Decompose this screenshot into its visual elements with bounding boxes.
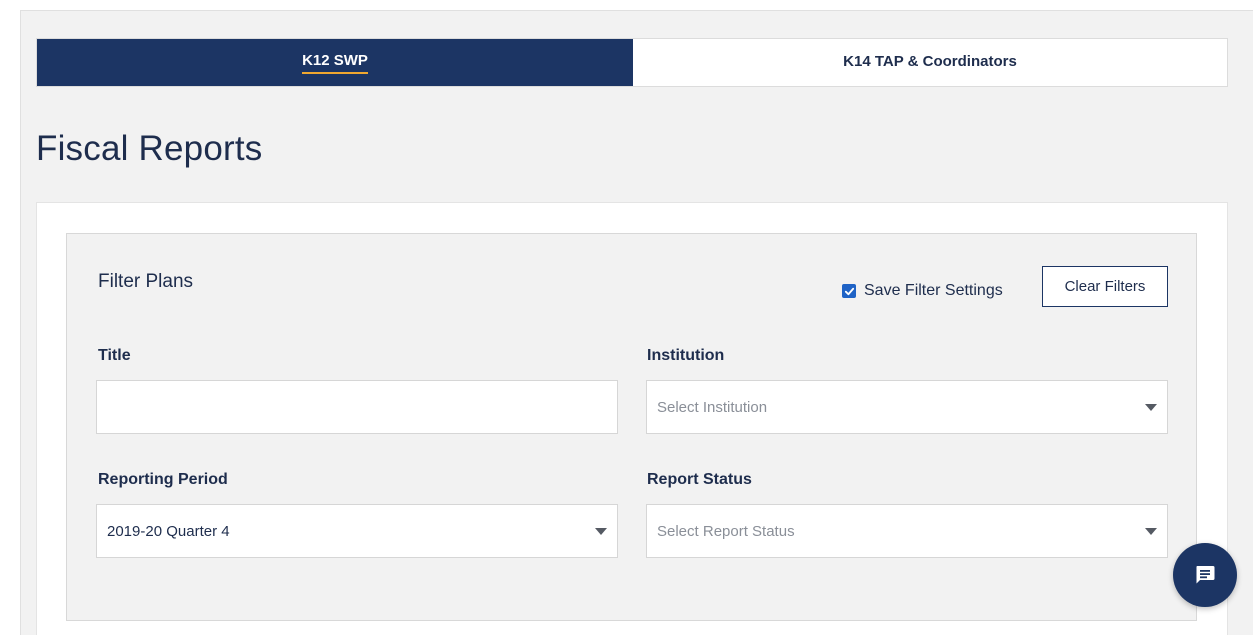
tab-label: K14 TAP & Coordinators <box>843 52 1017 70</box>
tab-k12-swp[interactable]: K12 SWP <box>37 39 633 86</box>
clear-filters-button[interactable]: Clear Filters <box>1042 266 1168 307</box>
institution-placeholder: Select Institution <box>657 398 768 416</box>
filter-card: Filter Plans Save Filter Settings Clear … <box>36 202 1228 635</box>
page-title: Fiscal Reports <box>36 129 263 168</box>
reporting-period-value: 2019-20 Quarter 4 <box>107 522 230 540</box>
tab-k14-tap-coordinators[interactable]: K14 TAP & Coordinators <box>633 39 1227 86</box>
check-icon[interactable] <box>842 284 856 298</box>
title-input[interactable] <box>96 380 618 434</box>
caret-down-icon <box>595 527 607 535</box>
title-label: Title <box>98 347 131 364</box>
reporting-period-select[interactable]: 2019-20 Quarter 4 <box>96 504 618 558</box>
tab-label: K12 SWP <box>302 52 368 74</box>
filter-panel-title: Filter Plans <box>98 271 194 292</box>
save-filter-settings-checkbox[interactable]: Save Filter Settings <box>842 282 1003 300</box>
chat-button[interactable] <box>1173 543 1237 607</box>
report-status-label: Report Status <box>647 471 752 488</box>
chat-icon <box>1196 566 1215 584</box>
save-filter-settings-label: Save Filter Settings <box>864 282 1003 299</box>
filter-panel: Filter Plans Save Filter Settings Clear … <box>66 233 1197 621</box>
tab-bar: K12 SWP K14 TAP & Coordinators <box>36 38 1228 87</box>
institution-select[interactable]: Select Institution <box>646 380 1168 434</box>
page-container: K12 SWP K14 TAP & Coordinators Fiscal Re… <box>20 10 1253 635</box>
caret-down-icon <box>1145 527 1157 535</box>
caret-down-icon <box>1145 403 1157 411</box>
report-status-select[interactable]: Select Report Status <box>646 504 1168 558</box>
report-status-placeholder: Select Report Status <box>657 522 795 540</box>
reporting-period-label: Reporting Period <box>98 471 228 488</box>
institution-label: Institution <box>647 347 725 364</box>
